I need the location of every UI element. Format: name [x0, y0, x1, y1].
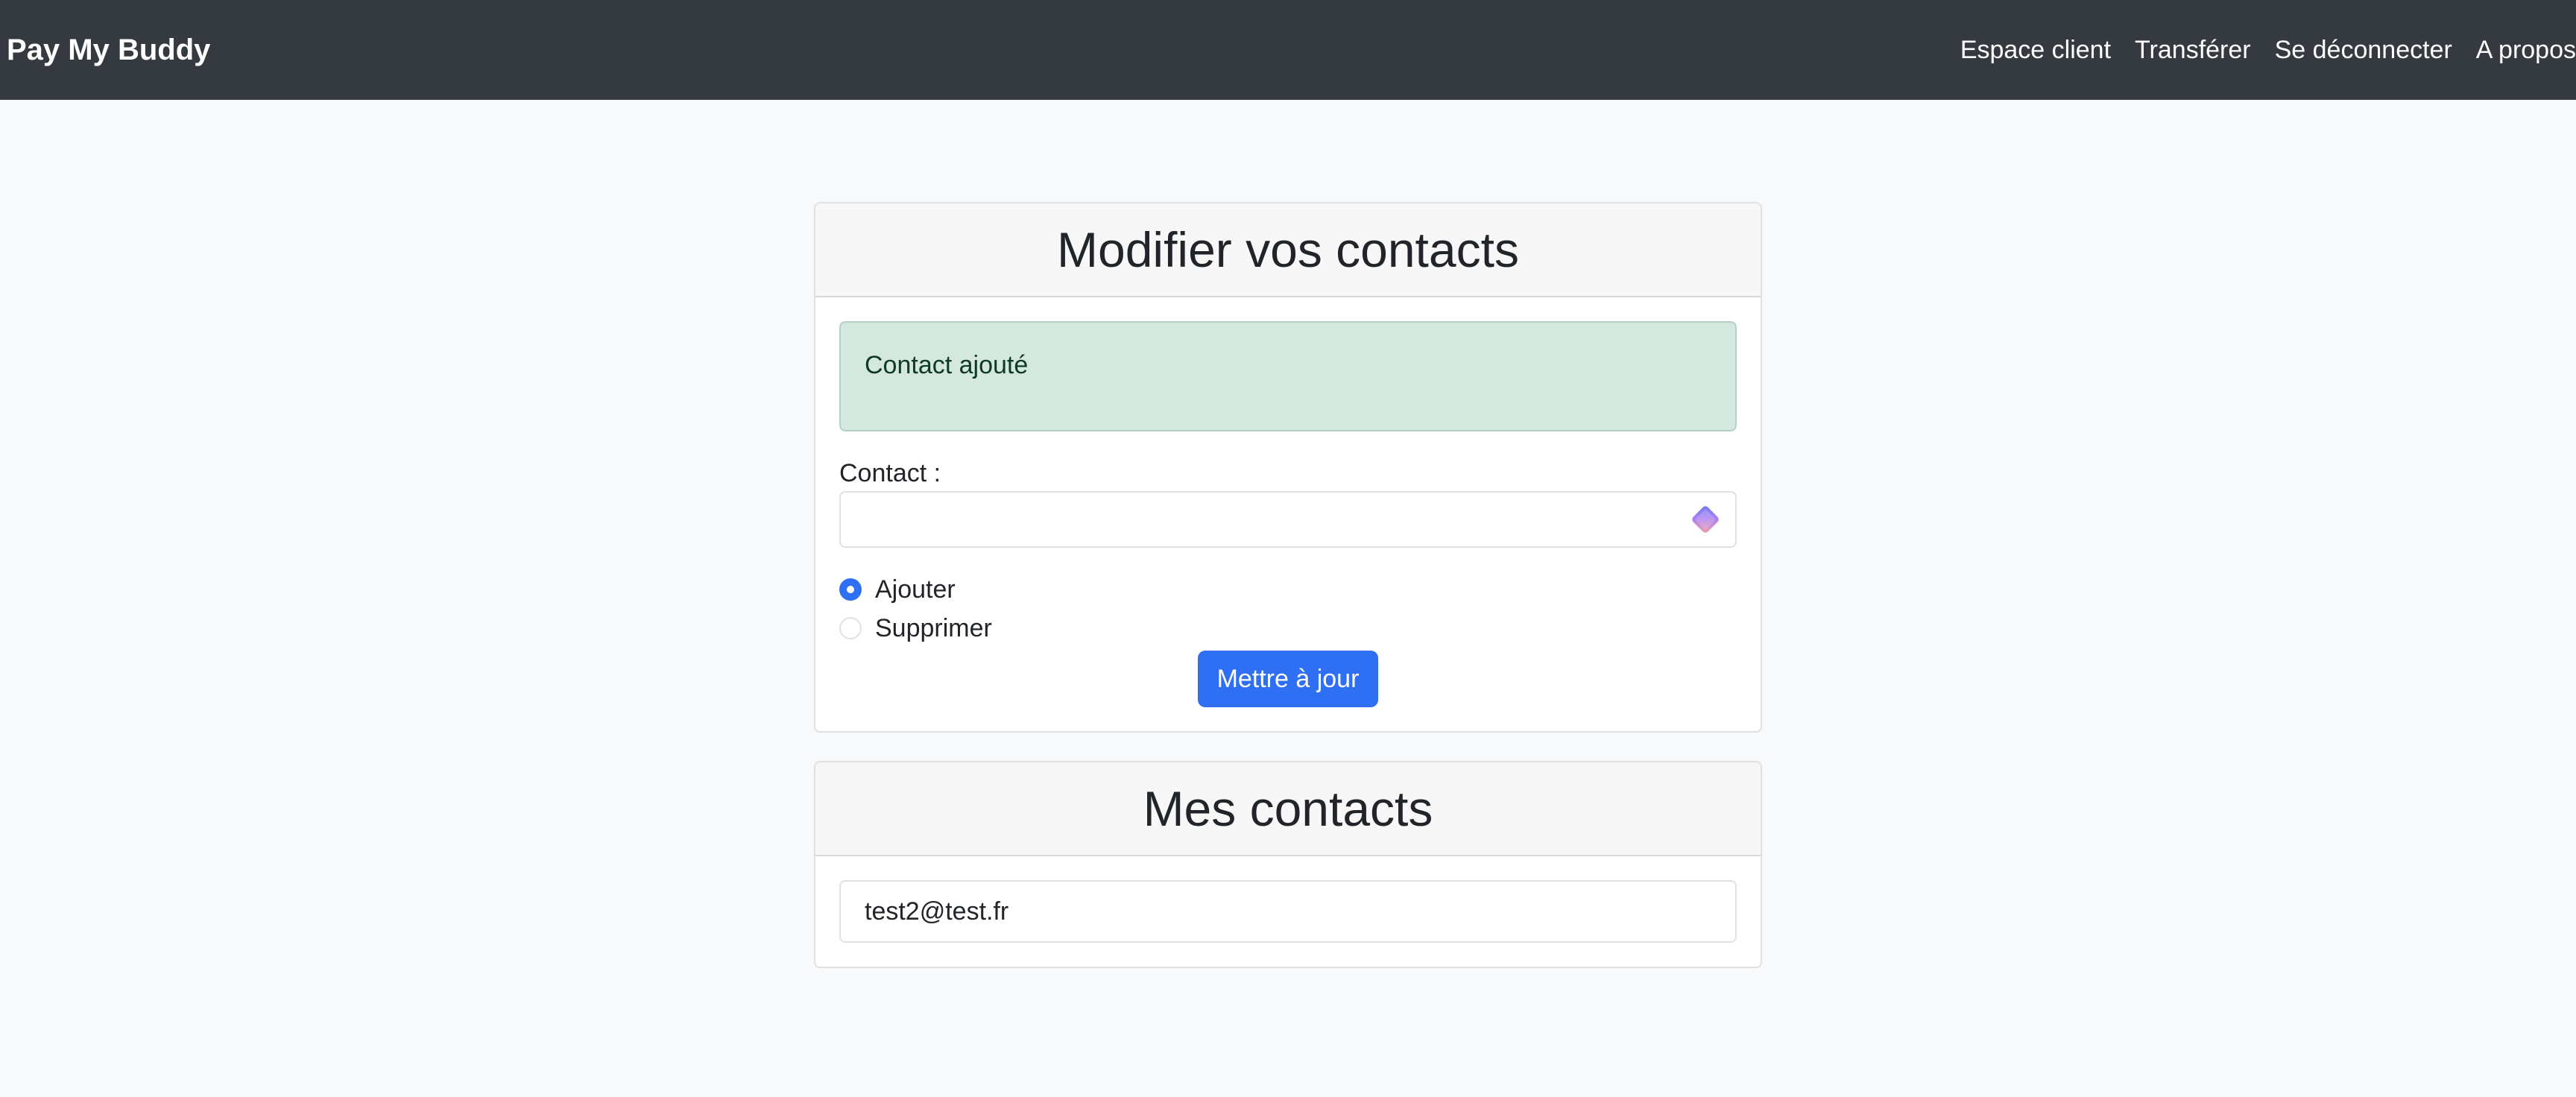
radio-ajouter-label: Ajouter — [875, 575, 956, 604]
my-contacts-card-header: Mes contacts — [815, 762, 1761, 856]
nav-links: Espace client Transférer Se déconnecter … — [1936, 0, 2576, 100]
brand-logo-link[interactable]: Pay My Buddy — [7, 0, 210, 100]
contact-input-wrapper — [839, 491, 1737, 548]
my-contacts-title: Mes contacts — [1143, 781, 1433, 836]
success-alert: Contact ajouté — [839, 321, 1737, 431]
edit-contacts-card-body: Contact ajouté Contact : Ajouter Supprim… — [815, 297, 1761, 731]
top-navbar: Pay My Buddy Espace client Transférer Se… — [0, 0, 2576, 100]
edit-contacts-card: Modifier vos contacts Contact ajouté Con… — [814, 202, 1762, 733]
nav-link-espace-client[interactable]: Espace client — [1960, 36, 2111, 65]
radio-option-supprimer[interactable]: Supprimer — [839, 609, 1737, 648]
contact-input[interactable] — [839, 491, 1737, 548]
radio-supprimer-label: Supprimer — [875, 613, 992, 642]
my-contacts-card-body: test2@test.fr — [815, 856, 1761, 967]
nav-link-transferer[interactable]: Transférer — [2135, 36, 2251, 65]
radio-option-ajouter[interactable]: Ajouter — [839, 570, 1737, 609]
radio-ajouter-button[interactable] — [839, 578, 862, 601]
nav-link-a-propos[interactable]: A propos — [2476, 36, 2576, 65]
edit-contacts-card-header: Modifier vos contacts — [815, 203, 1761, 297]
submit-row: Mettre à jour — [839, 651, 1737, 707]
contact-list-item: test2@test.fr — [839, 880, 1737, 943]
password-manager-icon[interactable] — [1688, 502, 1723, 537]
my-contacts-card: Mes contacts test2@test.fr — [814, 761, 1762, 968]
radio-supprimer-button[interactable] — [839, 617, 862, 639]
update-button[interactable]: Mettre à jour — [1197, 651, 1379, 707]
edit-contacts-title: Modifier vos contacts — [1057, 222, 1519, 277]
contact-field-label: Contact : — [839, 459, 941, 487]
nav-link-se-deconnecter[interactable]: Se déconnecter — [2275, 36, 2452, 65]
